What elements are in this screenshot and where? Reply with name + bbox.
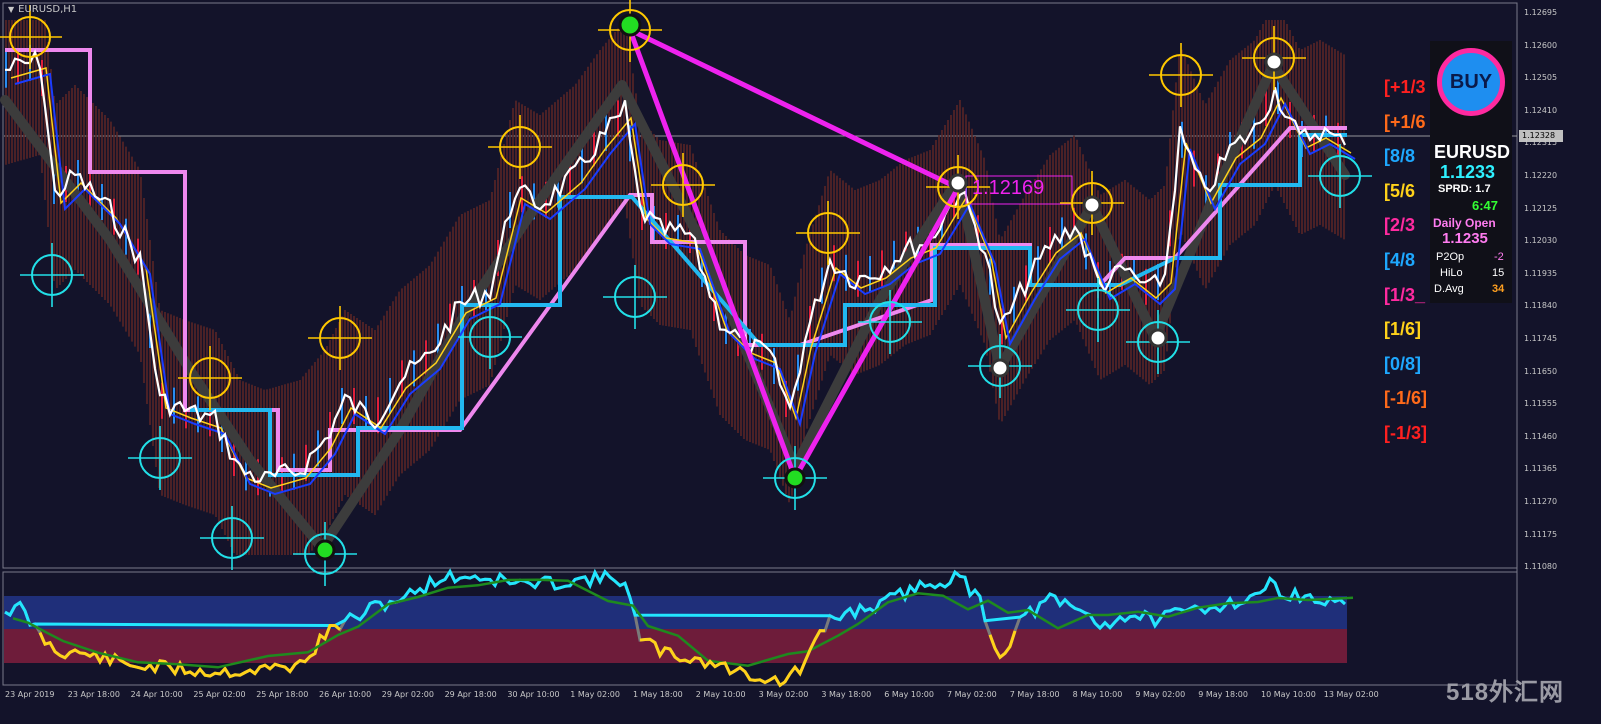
price-axis-label: 1.12030 <box>1524 236 1558 246</box>
price-axis-label: 1.11745 <box>1524 334 1558 343</box>
time-axis-label: 2 May 10:00 <box>695 690 746 699</box>
symbol-timeframe: EURUSD,H1 <box>18 4 78 15</box>
price-axis-label: 1.11175 <box>1524 529 1558 539</box>
price-axis-label: 1.11080 <box>1524 562 1558 572</box>
swing-dot-icon <box>990 358 1010 378</box>
daily-open-value: 1.1235 <box>1442 230 1488 247</box>
murrey-level-label: [-1/3] <box>1384 423 1428 443</box>
time-axis-label: 3 May 18:00 <box>821 690 872 699</box>
top-target-marker-icon <box>178 346 242 410</box>
swing-dot-icon <box>948 173 968 193</box>
price-axis-label: 1.12600 <box>1524 40 1558 50</box>
murrey-level-label: [0/8] <box>1384 353 1422 374</box>
stat-value-davg: 34 <box>1492 283 1505 295</box>
blue-moving-average <box>14 72 1356 496</box>
price-axis-label: 1.12410 <box>1524 105 1558 115</box>
bottom-target-marker-icon <box>1066 278 1130 342</box>
price-axis-label: 1.11555 <box>1524 399 1558 409</box>
time-axis-label: 7 May 18:00 <box>1009 690 1060 699</box>
trading-chart-window: ▼ EURUSD,H1 1.12169 1.12328 1.12695 1.1260… <box>0 0 1601 724</box>
price-axis-label: 1.11270 <box>1524 497 1558 506</box>
time-axis-label: 26 Apr 10:00 <box>319 690 372 699</box>
pivot-low-dot-icon <box>314 539 336 561</box>
time-axis-label: 25 Apr 02:00 <box>193 690 246 699</box>
time-axis-label: 6 May 10:00 <box>884 690 934 699</box>
murrey-level-label: [8/8 <box>1384 146 1416 167</box>
dropdown-triangle-icon[interactable]: ▼ <box>8 5 14 14</box>
time-axis-label: 13 May 02:00 <box>1323 690 1379 699</box>
price-axis-label: 1.11840 <box>1524 301 1558 311</box>
time-axis-label: 3 May 02:00 <box>758 690 809 699</box>
top-target-marker-icon <box>1149 43 1213 107</box>
murrey-level-label: [4/8 <box>1384 250 1416 270</box>
price-axis-label: 1.12315 <box>1524 138 1558 148</box>
time-axis-label: 23 Apr 2019 <box>5 690 55 699</box>
stat-value-hilo: 15 <box>1492 267 1505 279</box>
swing-dot-icon <box>1148 328 1168 348</box>
time-axis-label: 9 May 02:00 <box>1135 690 1186 699</box>
time-axis-label: 1 May 02:00 <box>570 690 620 699</box>
price-axis-label: 1.11650 <box>1524 366 1558 376</box>
time-axis-label: 23 Apr 18:00 <box>67 690 120 699</box>
stat-label-p2op: P2Op <box>1436 251 1465 263</box>
pivot-low-dot-icon <box>784 467 806 489</box>
price-axis-label: 1.12505 <box>1524 73 1558 83</box>
time-axis-label: 1 May 18:00 <box>633 690 683 699</box>
chart-title: ▼ EURUSD,H1 <box>8 4 77 15</box>
price-axis-label: 1.12695 <box>1524 8 1558 17</box>
murrey-level-label: [1/3_ <box>1384 284 1426 305</box>
top-target-marker-icon <box>796 201 860 265</box>
panel-spread: SPRD: 1.7 <box>1438 183 1491 195</box>
time-axis-label: 30 Apr 10:00 <box>507 690 560 699</box>
pivot-high-dot-icon <box>618 13 642 37</box>
time-axis-label: 7 May 02:00 <box>947 690 997 699</box>
time-axis-label: 29 Apr 18:00 <box>444 690 497 699</box>
price-axis-label: 1.11365 <box>1524 464 1558 474</box>
murrey-level-label: [5/6 <box>1384 180 1416 201</box>
stat-label-davg: D.Avg <box>1434 283 1464 295</box>
stat-value-p2op: -2 <box>1494 251 1504 263</box>
time-axis-label: 8 May 10:00 <box>1072 690 1123 699</box>
murrey-level-label: [+1/6 <box>1384 111 1426 132</box>
buy-signal-button[interactable]: BUY <box>1437 48 1505 116</box>
time-axis-label: 25 Apr 18:00 <box>256 690 309 699</box>
time-axis-label: 9 May 18:00 <box>1198 690 1248 699</box>
price-axis-label: 1.11935 <box>1524 268 1558 278</box>
daily-open-label: Daily Open <box>1433 216 1496 230</box>
watermark-logo: 518外汇网 <box>1446 679 1565 706</box>
price-axis-label: 1.12125 <box>1524 203 1558 213</box>
panel-price: 1.1233 <box>1440 162 1496 182</box>
time-axis-label: 29 Apr 02:00 <box>381 690 434 699</box>
murrey-level-label: [2/3 <box>1384 215 1416 236</box>
price-axis-label: 1.11460 <box>1524 431 1558 441</box>
stat-label-hilo: HiLo <box>1440 267 1463 279</box>
time-axis-label: 24 Apr 10:00 <box>130 690 183 699</box>
murrey-level-label: [-1/6] <box>1384 388 1428 409</box>
murrey-level-label: [1/6] <box>1384 319 1422 340</box>
time-axis-label: 10 May 10:00 <box>1261 690 1316 699</box>
zigzag-price-label: 1.12169 <box>972 177 1045 199</box>
swing-dot-icon <box>1082 195 1102 215</box>
swing-dot-icon <box>1264 52 1284 72</box>
price-chart[interactable] <box>0 0 1601 724</box>
murrey-level-label: [+1/3 <box>1384 77 1426 97</box>
panel-symbol: EURUSD <box>1434 142 1511 162</box>
price-axis-label: 1.12220 <box>1524 171 1558 180</box>
bar-timer: 6:47 <box>1472 198 1499 213</box>
